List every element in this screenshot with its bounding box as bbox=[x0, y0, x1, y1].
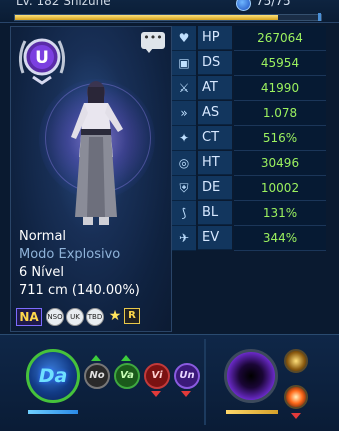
attribute-no-button[interactable]: No bbox=[84, 363, 110, 389]
stat-value: 516% bbox=[234, 126, 326, 151]
stat-row-ht: ◎ HT 30496 bbox=[172, 151, 326, 176]
level-text: 6 Nível bbox=[19, 265, 65, 280]
stat-label: CT bbox=[198, 126, 232, 150]
energy-value: 75/75 bbox=[256, 0, 291, 8]
stat-row-as: » AS 1.078 bbox=[172, 101, 326, 126]
stat-value: 1.078 bbox=[234, 101, 326, 126]
stat-row-ev: ✈ EV 344% bbox=[172, 226, 326, 251]
shield-icon: ⛨ bbox=[172, 176, 196, 201]
evade-icon: ✈ bbox=[172, 226, 196, 251]
skill-bar: Da No Va Vi Un bbox=[0, 334, 339, 431]
shield-arm-icon: ▣ bbox=[172, 51, 196, 76]
stat-label: HT bbox=[198, 151, 232, 175]
emblem-letter: U bbox=[35, 48, 49, 68]
tag-r: R bbox=[124, 308, 140, 324]
stat-label: DS bbox=[198, 51, 232, 75]
claw-icon: ✦ bbox=[172, 126, 196, 151]
stat-label: HP bbox=[198, 26, 232, 50]
tag-na: NA bbox=[16, 308, 42, 326]
slash-skill-icon[interactable] bbox=[284, 349, 308, 373]
stat-label: EV bbox=[198, 226, 232, 250]
stat-value: 41990 bbox=[234, 76, 326, 101]
character-figure bbox=[71, 81, 123, 225]
character-name: Lv. 182 Shizune bbox=[16, 0, 111, 8]
void-skill-gauge bbox=[226, 410, 278, 414]
stat-value: 131% bbox=[234, 201, 326, 226]
tag-uk-icon: UK bbox=[66, 308, 84, 326]
stat-row-ds: ▣ DS 45954 bbox=[172, 51, 326, 76]
energy-orb-icon bbox=[236, 0, 251, 11]
stat-value: 10002 bbox=[234, 176, 326, 201]
up-arrow-icon bbox=[121, 355, 131, 361]
stat-value: 45954 bbox=[234, 51, 326, 76]
experience-fill bbox=[15, 15, 279, 20]
stat-label: DE bbox=[198, 176, 232, 200]
stat-value: 267064 bbox=[234, 26, 326, 51]
sword-icon: ⚔ bbox=[172, 76, 196, 101]
star-icon: ★ bbox=[108, 308, 122, 324]
attribute-vi-button[interactable]: Vi bbox=[144, 363, 170, 389]
stat-label: AS bbox=[198, 101, 232, 125]
stats-panel: ♥ HP 267064 ▣ DS 45954 ⚔ AT 41990 » AS 1… bbox=[172, 26, 326, 276]
wing-icon: » bbox=[172, 101, 196, 126]
stat-label: BL bbox=[198, 201, 232, 225]
stat-row-de: ⛨ DE 10002 bbox=[172, 176, 326, 201]
attribute-un-button[interactable]: Un bbox=[174, 363, 200, 389]
divider bbox=[204, 339, 206, 425]
status-text: Normal bbox=[19, 229, 67, 244]
stat-row-hp: ♥ HP 267064 bbox=[172, 26, 326, 51]
target-icon: ◎ bbox=[172, 151, 196, 176]
experience-bar-end bbox=[318, 13, 321, 21]
heart-icon: ♥ bbox=[172, 26, 196, 51]
void-skill-button[interactable] bbox=[224, 349, 278, 403]
tag-tbd-icon: TBD bbox=[86, 308, 104, 326]
stat-row-bl: ⟆ BL 131% bbox=[172, 201, 326, 226]
character-portrait-panel: U ••• Normal Modo Explosivo 6 Nível 711 … bbox=[10, 26, 172, 332]
title-bar: Lv. 182 Shizune 75/75 bbox=[0, 0, 339, 23]
stat-row-ct: ✦ CT 516% bbox=[172, 126, 326, 151]
tag-nso-icon: NSO bbox=[46, 308, 64, 326]
main-skill-button[interactable]: Da bbox=[26, 349, 80, 403]
stat-value: 344% bbox=[234, 226, 326, 251]
stat-label: AT bbox=[198, 76, 232, 100]
down-arrow-icon bbox=[291, 413, 301, 419]
down-arrow-icon bbox=[151, 391, 161, 397]
up-arrow-icon bbox=[91, 355, 101, 361]
chat-button[interactable]: ••• bbox=[141, 32, 165, 53]
stat-row-at: ⚔ AT 41990 bbox=[172, 76, 326, 101]
mode-text: Modo Explosivo bbox=[19, 247, 121, 262]
experience-bar bbox=[14, 14, 322, 21]
height-text: 711 cm (140.00%) bbox=[19, 283, 140, 298]
down-arrow-icon bbox=[181, 391, 191, 397]
attribute-va-button[interactable]: Va bbox=[114, 363, 140, 389]
block-icon: ⟆ bbox=[172, 201, 196, 226]
stat-value: 30496 bbox=[234, 151, 326, 176]
fire-skill-icon[interactable] bbox=[284, 385, 308, 409]
main-skill-gauge bbox=[28, 410, 78, 414]
